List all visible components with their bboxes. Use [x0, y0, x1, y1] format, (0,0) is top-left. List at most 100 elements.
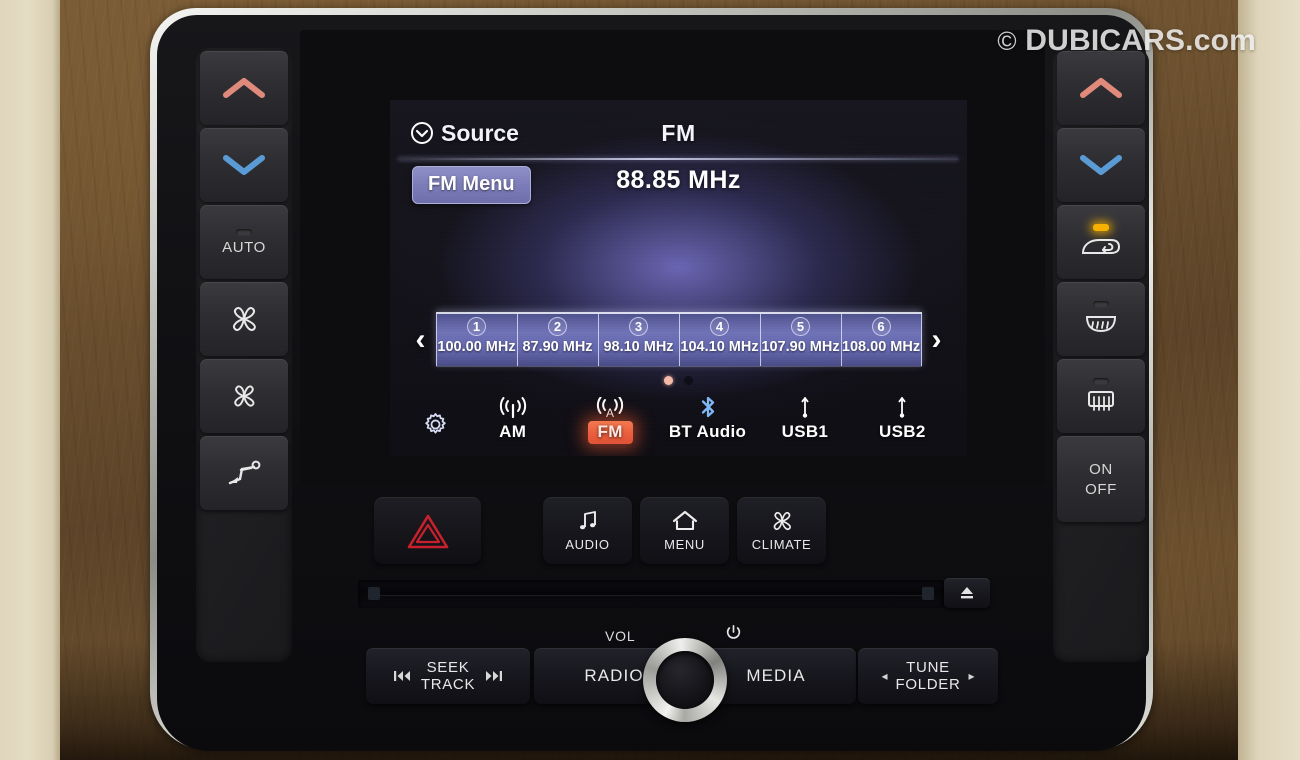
rear-defrost-icon: [1084, 388, 1118, 414]
preset-number: 4: [710, 317, 729, 336]
passenger-temp-up-button[interactable]: [1057, 51, 1145, 125]
source-fm-button[interactable]: A FM: [561, 395, 658, 446]
preset-next-arrow[interactable]: ›: [922, 324, 952, 355]
temp-down-chevron-icon: [1079, 153, 1123, 177]
am-antenna-icon: [497, 395, 529, 419]
tune-folder-button[interactable]: ◂ TUNE FOLDER ▸: [858, 648, 998, 704]
source-am-button[interactable]: AM: [464, 395, 561, 446]
fan-down-icon: [229, 382, 259, 410]
music-note-icon: [576, 509, 600, 533]
preset-button[interactable]: 3 98.10 MHz: [597, 314, 679, 366]
driver-temp-up-button[interactable]: [200, 51, 288, 125]
fan-speed-up-button[interactable]: [200, 282, 288, 356]
source-label-bt-audio: BT Audio: [668, 422, 747, 441]
seek-track-button[interactable]: SEEK TRACK: [366, 648, 530, 704]
eject-icon: [958, 585, 976, 601]
source-usb1-button[interactable]: USB1: [756, 395, 853, 446]
source-usb2-button[interactable]: USB2: [854, 395, 951, 446]
watermark-text: DUBICARS.com: [1025, 24, 1256, 57]
source-label-usb2: USB2: [879, 422, 926, 441]
tune-right-icon[interactable]: ▸: [969, 669, 975, 683]
rear-defrost-button[interactable]: [1057, 359, 1145, 433]
preset-button[interactable]: 6 108.00 MHz: [840, 314, 922, 366]
preset-number: 5: [791, 317, 810, 336]
rear-defrost-led-indicator: [1093, 378, 1109, 385]
seek-label-line2: TRACK: [420, 676, 476, 693]
preset-frequency: 87.90 MHz: [522, 339, 593, 355]
onoff-label-line1: ON: [1089, 460, 1113, 478]
fm-antenna-icon: A: [594, 395, 626, 419]
tune-left-icon[interactable]: ◂: [881, 669, 887, 683]
preset-list: 1 100.00 MHz 2 87.90 MHz 3 98.10 MHz 4 1…: [435, 312, 922, 367]
volume-knob-center[interactable]: [656, 651, 714, 709]
climate-button[interactable]: CLIMATE: [737, 497, 826, 564]
page-dot[interactable]: [684, 376, 693, 385]
usb-icon: [892, 395, 912, 419]
preset-button[interactable]: 5 107.90 MHz: [759, 314, 841, 366]
preset-strip: ‹ 1 100.00 MHz 2 87.90 MHz 3 98.10 MHz 4…: [390, 312, 967, 367]
svg-text:A: A: [606, 406, 614, 419]
audio-button[interactable]: AUDIO: [543, 497, 632, 564]
cd-slot-opening: [368, 592, 934, 595]
cd-slot-nub-right: [922, 587, 934, 600]
home-icon: [671, 509, 699, 533]
page-indicator: [390, 376, 967, 385]
preset-frequency: 108.00 MHz: [841, 339, 921, 355]
driver-temp-down-button[interactable]: [200, 128, 288, 202]
temp-up-chevron-icon: [1079, 76, 1123, 100]
fan-up-icon: [227, 303, 261, 335]
preset-button[interactable]: 1 100.00 MHz: [435, 314, 517, 366]
page-dot-active[interactable]: [664, 376, 673, 385]
gear-icon: [422, 411, 449, 438]
temp-up-chevron-icon: [222, 76, 266, 100]
head-unit-photo: AUTO ON OFF Source FM FM Menu 88.85 MHz …: [0, 0, 1300, 760]
preset-number: 2: [548, 317, 567, 336]
preset-button[interactable]: 2 87.90 MHz: [516, 314, 598, 366]
source-bt-audio-button[interactable]: BT Audio: [659, 395, 756, 446]
fan-speed-down-button[interactable]: [200, 359, 288, 433]
settings-button[interactable]: [406, 411, 464, 446]
source-label-am: AM: [499, 422, 527, 441]
auto-button-label: AUTO: [222, 238, 266, 256]
preset-prev-arrow[interactable]: ‹: [406, 324, 436, 355]
climate-button-label: CLIMATE: [751, 537, 812, 552]
auto-climate-button[interactable]: AUTO: [200, 205, 288, 279]
menu-button[interactable]: MENU: [640, 497, 729, 564]
seek-next-icon[interactable]: [485, 670, 503, 682]
air-recirculation-icon: [1078, 234, 1124, 260]
front-defrost-button[interactable]: [1057, 282, 1145, 356]
climate-power-onoff-button[interactable]: ON OFF: [1057, 436, 1145, 522]
airflow-mode-button[interactable]: [200, 436, 288, 510]
infotainment-display[interactable]: Source FM FM Menu 88.85 MHz ‹ 1 100.00 M…: [390, 100, 967, 456]
seek-label-line1: SEEK: [426, 659, 470, 676]
air-recirculation-button[interactable]: [1057, 205, 1145, 279]
recirculation-led-indicator: [1093, 224, 1109, 231]
front-defrost-icon: [1082, 311, 1120, 337]
preset-button[interactable]: 4 104.10 MHz: [678, 314, 760, 366]
airflow-mode-icon: [224, 457, 264, 489]
volume-knob[interactable]: [643, 638, 727, 722]
bluetooth-icon: [697, 395, 719, 419]
screen-header: Source FM: [390, 112, 967, 154]
preset-number: 3: [629, 317, 648, 336]
cd-slot[interactable]: [358, 580, 944, 608]
tune-folder-label: TUNE FOLDER: [895, 659, 960, 693]
seek-track-label: SEEK TRACK: [421, 659, 475, 693]
preset-frequency: 98.10 MHz: [603, 339, 674, 355]
usb-icon: [795, 395, 815, 419]
current-frequency: 88.85 MHz: [616, 166, 741, 194]
cd-slot-nub-left: [368, 587, 380, 600]
media-button-label: MEDIA: [746, 666, 806, 685]
preset-frequency: 104.10 MHz: [680, 339, 759, 355]
source-label-fm: FM: [587, 421, 633, 444]
onoff-label-line2: OFF: [1085, 480, 1117, 498]
seek-prev-icon[interactable]: [393, 670, 411, 682]
preset-frequency: 100.00 MHz: [437, 339, 516, 355]
eject-button[interactable]: [944, 578, 990, 608]
audio-button-label: AUDIO: [565, 537, 610, 552]
fan-icon: [769, 509, 795, 533]
tune-label-line2: FOLDER: [895, 676, 961, 693]
passenger-temp-down-button[interactable]: [1057, 128, 1145, 202]
hazard-button[interactable]: [374, 497, 481, 564]
source-selection-bar: AM A FM BT Audio USB1 USB2: [390, 388, 967, 450]
